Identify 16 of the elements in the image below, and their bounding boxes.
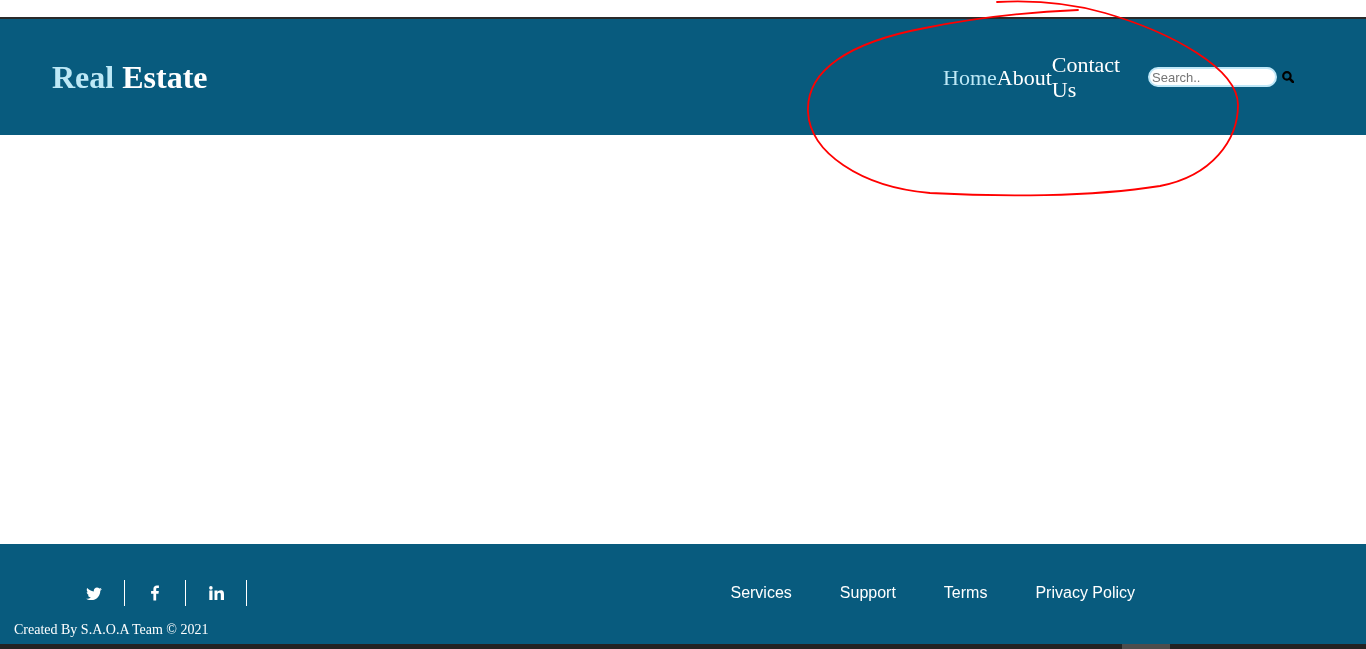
footer-link[interactable]: Privacy Policy (1035, 584, 1135, 602)
letters-in-icon[interactable] (208, 586, 224, 600)
letter-f-icon[interactable] (151, 585, 159, 601)
bird-icon[interactable] (86, 586, 102, 600)
footer-link[interactable]: Services (730, 584, 792, 602)
search-icon[interactable] (1282, 71, 1294, 83)
nav-link[interactable]: Contact Us (1051, 52, 1123, 102)
nav-link[interactable]: About (996, 64, 1052, 90)
credit-text: Created By S.A.O.A Team © 2021 (13, 622, 210, 638)
footer-link[interactable]: Support (839, 584, 896, 602)
site-logo[interactable]: Real Estate (52, 58, 208, 96)
search-field[interactable]: Search.. (1148, 67, 1277, 87)
nav-link[interactable]: Home (943, 64, 997, 90)
horizontal-scrollbar[interactable] (0, 644, 1366, 649)
footer-link[interactable]: Terms (943, 584, 988, 602)
scrollbar-thumb[interactable] (1122, 644, 1170, 649)
